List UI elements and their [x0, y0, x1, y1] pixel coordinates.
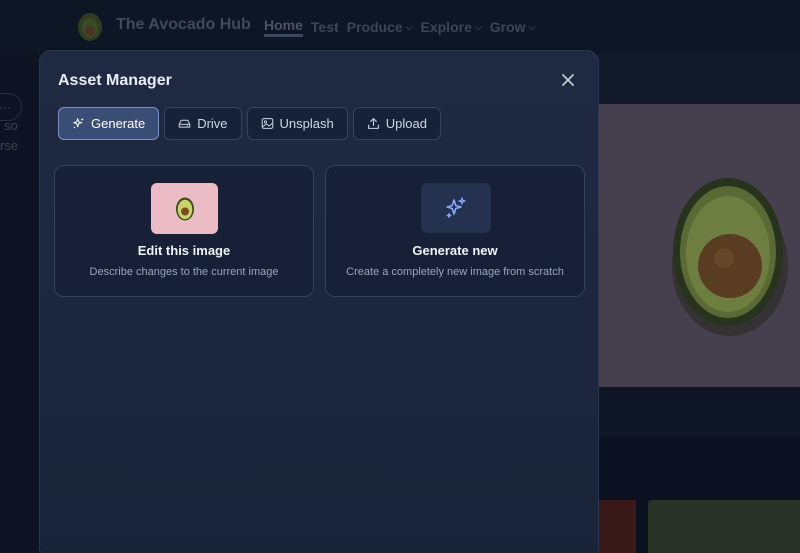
tab-unsplash[interactable]: Unsplash: [246, 107, 348, 140]
card-description: Create a completely new image from scrat…: [346, 266, 564, 278]
asset-manager-modal: Asset Manager Generate Drive Unsplash Up…: [39, 50, 599, 553]
gallery-thumbnail[interactable]: [648, 500, 800, 553]
site-title[interactable]: The Avocado Hub: [116, 16, 251, 34]
nav-item-grow[interactable]: Grow ⌵: [490, 17, 536, 37]
nav-item-home[interactable]: Home: [264, 17, 303, 37]
generate-options: Edit this image Describe changes to the …: [54, 165, 585, 297]
nav-label: Explore: [420, 19, 472, 35]
left-sidebar: ··· so rse: [0, 52, 40, 553]
nav-label: Home: [264, 17, 303, 33]
sparkles-icon-box: [421, 183, 491, 233]
drive-icon: [178, 119, 191, 128]
tab-generate[interactable]: Generate: [58, 107, 160, 140]
avocado-illustration: [672, 178, 788, 336]
chevron-down-icon: ⌵: [528, 21, 536, 32]
truncated-text: so: [4, 118, 18, 133]
chevron-down-icon: ⌵: [405, 21, 413, 32]
avocado-logo-icon[interactable]: [76, 10, 104, 42]
card-title: Edit this image: [137, 243, 231, 258]
hero-avocado-image: [598, 104, 800, 387]
nav-label: Produce: [346, 19, 403, 35]
generate-new-card[interactable]: Generate new Create a completely new ima…: [325, 165, 585, 297]
image-icon: [261, 118, 273, 129]
chevron-down-icon: ⌵: [474, 21, 482, 32]
tab-label: Upload: [385, 116, 427, 131]
edit-image-card[interactable]: Edit this image Describe changes to the …: [54, 165, 314, 297]
gallery-thumbnail[interactable]: [598, 500, 636, 553]
upload-icon: [367, 118, 379, 129]
nav-item-produce[interactable]: Produce ⌵: [347, 17, 413, 37]
card-description: Describe changes to the current image: [89, 266, 279, 278]
avocado-thumbnail: [151, 183, 218, 234]
card-title: Generate new: [412, 243, 498, 258]
avocado-icon: [175, 197, 194, 220]
truncated-text: rse: [0, 138, 19, 153]
close-button[interactable]: [557, 69, 579, 91]
main-nav: Home Test Produce ⌵ Explore ⌵ Grow ⌵: [264, 17, 535, 37]
more-options-button[interactable]: ···: [0, 93, 22, 121]
sparkles-icon: [73, 117, 84, 129]
nav-item-explore[interactable]: Explore ⌵: [421, 17, 482, 37]
modal-title: Asset Manager: [58, 72, 172, 89]
hero-footer: [598, 387, 800, 437]
nav-item-test[interactable]: Test: [311, 17, 339, 37]
tab-label: Generate: [91, 116, 146, 131]
hero-header-strip: [598, 52, 800, 104]
nav-label: Test: [310, 19, 339, 35]
sparkles-icon: [446, 197, 466, 219]
tab-upload[interactable]: Upload: [352, 107, 441, 140]
tab-label: Drive: [197, 116, 228, 131]
tab-drive[interactable]: Drive: [164, 107, 242, 140]
nav-label: Grow: [489, 19, 526, 35]
tab-label: Unsplash: [279, 116, 334, 131]
close-icon: [562, 74, 574, 86]
asset-source-tabs: Generate Drive Unsplash Upload: [58, 107, 441, 140]
site-header: The Avocado Hub Home Test Produce ⌵ Explo…: [0, 0, 800, 52]
